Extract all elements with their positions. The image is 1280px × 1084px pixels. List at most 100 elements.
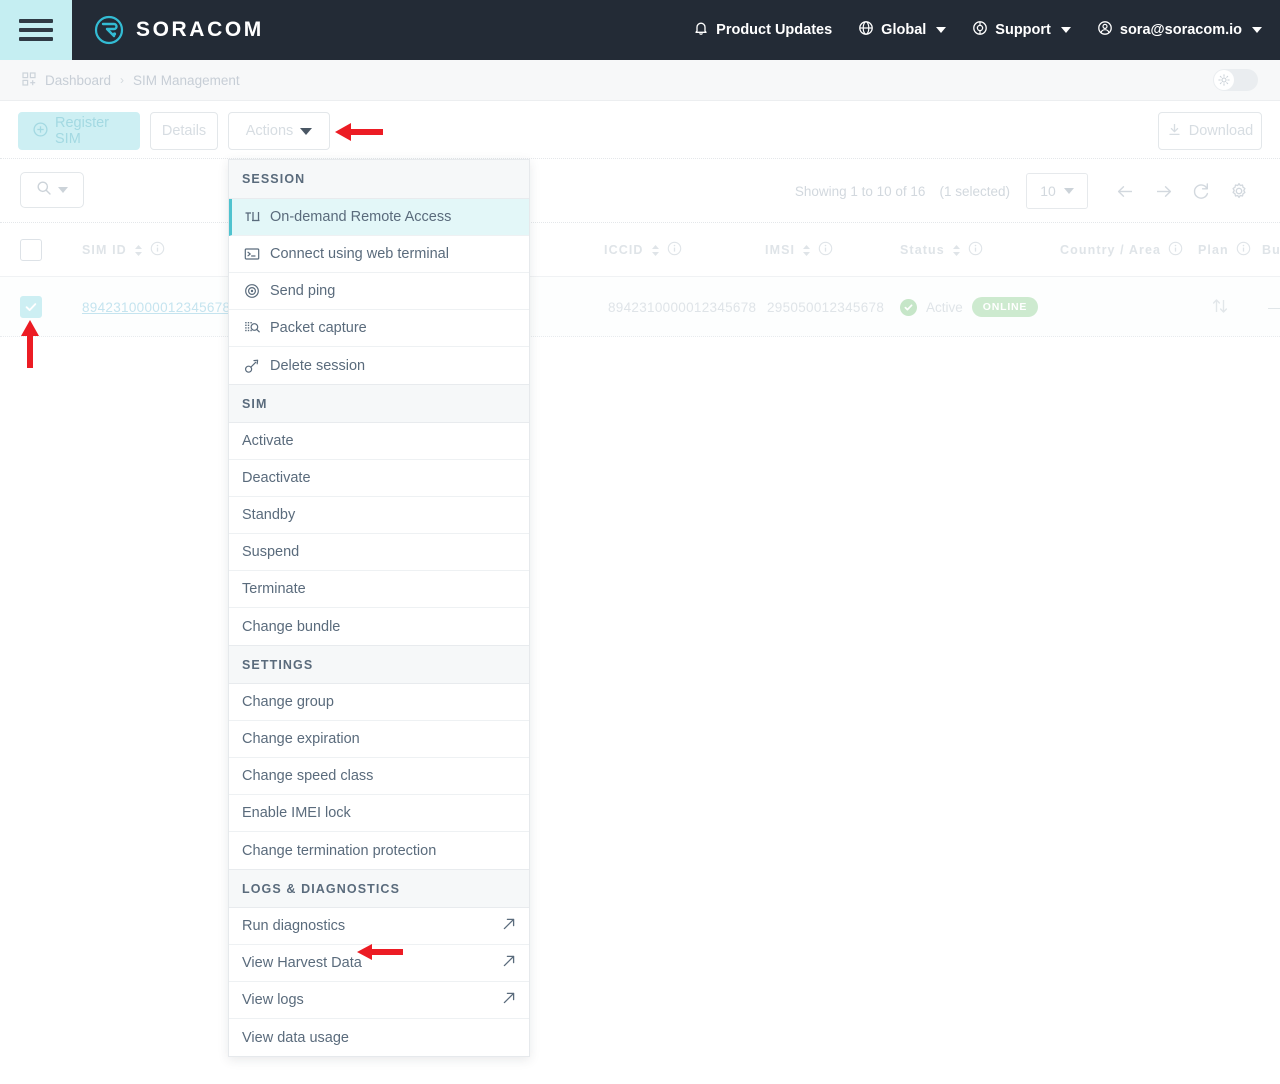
column-header-bundle[interactable]: Bu <box>1262 223 1280 277</box>
menu-item-label: Standby <box>242 507 516 523</box>
chevron-down-icon <box>58 187 68 193</box>
chevron-down-icon <box>1064 188 1074 194</box>
menu-section-header-session: SESSION <box>229 160 529 199</box>
nav-global-label: Global <box>881 22 926 38</box>
top-navbar: SORACOM Product Updates Global <box>0 0 1280 60</box>
menu-item-connect-using-web-terminal[interactable]: Connect using web terminal <box>229 236 529 273</box>
sort-icon[interactable] <box>651 244 660 257</box>
pagination-showing-text: Showing 1 to 10 of 16 <box>795 184 926 199</box>
page-size-value: 10 <box>1040 183 1056 199</box>
menu-item-label: Change speed class <box>242 768 516 784</box>
user-circle-icon <box>1097 20 1113 40</box>
next-page-button[interactable] <box>1144 172 1182 210</box>
search-filter-dropdown[interactable] <box>20 172 84 208</box>
sort-icon[interactable] <box>802 244 811 257</box>
menu-item-view-logs[interactable]: View logs <box>229 982 529 1019</box>
info-icon[interactable] <box>818 241 833 259</box>
row-select-checkbox[interactable] <box>20 296 42 318</box>
menu-item-send-ping[interactable]: Send ping <box>229 273 529 310</box>
menu-item-label: Packet capture <box>270 320 516 336</box>
details-button[interactable]: Details <box>150 112 218 150</box>
download-icon <box>1167 122 1182 141</box>
register-sim-button[interactable]: Register SIM <box>18 112 140 150</box>
download-label: Download <box>1189 123 1254 139</box>
menu-item-change-group[interactable]: Change group <box>229 684 529 721</box>
nav-product-updates[interactable]: Product Updates <box>693 20 832 40</box>
chevron-down-icon <box>936 27 946 33</box>
table-settings-button[interactable] <box>1220 172 1258 210</box>
column-header-sim-id[interactable]: SIM ID <box>82 223 165 277</box>
details-label: Details <box>162 123 206 139</box>
refresh-button[interactable] <box>1182 172 1220 210</box>
page-size-select[interactable]: 10 <box>1026 173 1088 209</box>
menu-item-label: Terminate <box>242 581 516 597</box>
soracom-logo-icon <box>94 15 124 45</box>
menu-item-change-expiration[interactable]: Change expiration <box>229 721 529 758</box>
column-header-country-area[interactable]: Country / Area <box>1060 223 1183 277</box>
filter-pagination-bar: Showing 1 to 10 of 16 (1 selected) 10 <box>0 159 1280 223</box>
external-link-icon <box>502 917 516 935</box>
column-header-status[interactable]: Status <box>900 223 983 277</box>
info-icon[interactable] <box>150 241 165 259</box>
menu-item-terminate[interactable]: Terminate <box>229 571 529 608</box>
sun-icon <box>1218 74 1230 86</box>
sim-id-link[interactable]: 8942310000012345678 <box>82 300 230 315</box>
arrow-right-icon <box>1153 181 1174 202</box>
menu-item-deactivate[interactable]: Deactivate <box>229 460 529 497</box>
column-header-country-area-label: Country / Area <box>1060 243 1161 257</box>
pagination-controls: Showing 1 to 10 of 16 (1 selected) 10 <box>795 159 1258 223</box>
nav-user-label: sora@soracom.io <box>1120 22 1242 38</box>
sort-icon[interactable] <box>134 244 143 257</box>
column-header-iccid[interactable]: ICCID <box>604 223 682 277</box>
brand[interactable]: SORACOM <box>94 15 264 45</box>
top-nav-links: Product Updates Global <box>693 20 1280 40</box>
checkmark-icon <box>24 300 38 314</box>
sort-icon[interactable] <box>952 244 961 257</box>
menu-item-view-data-usage[interactable]: View data usage <box>229 1019 529 1056</box>
refresh-icon <box>1191 181 1211 201</box>
menu-item-standby[interactable]: Standby <box>229 497 529 534</box>
select-all-checkbox[interactable] <box>20 239 42 261</box>
info-icon[interactable] <box>1168 241 1183 259</box>
menu-item-label: View logs <box>242 992 502 1008</box>
menu-item-change-bundle[interactable]: Change bundle <box>229 608 529 645</box>
nav-support[interactable]: Support <box>972 20 1071 40</box>
menu-item-enable-imei-lock[interactable]: Enable IMEI lock <box>229 795 529 832</box>
table-row[interactable]: 8942310000012345678 8942310000012345678 … <box>0 277 1280 337</box>
hamburger-menu-icon[interactable] <box>0 0 72 60</box>
column-header-imsi[interactable]: IMSI <box>765 223 833 277</box>
status-label: Active <box>926 300 963 315</box>
actions-button[interactable]: Actions <box>228 112 330 150</box>
breadcrumb-item-sim-management[interactable]: SIM Management <box>133 73 240 88</box>
breadcrumb-item-dashboard[interactable]: Dashboard <box>45 73 111 88</box>
menu-item-change-speed-class[interactable]: Change speed class <box>229 758 529 795</box>
menu-item-label: Deactivate <box>242 470 516 486</box>
nav-global[interactable]: Global <box>858 20 946 40</box>
menu-item-label: Connect using web terminal <box>270 246 516 262</box>
menu-item-activate[interactable]: Activate <box>229 423 529 460</box>
annotation-arrow-row-checkbox <box>14 318 46 375</box>
column-header-plan[interactable]: Plan <box>1198 223 1251 277</box>
theme-toggle[interactable] <box>1213 69 1258 91</box>
menu-item-label: Run diagnostics <box>242 918 502 934</box>
chevron-down-icon <box>1061 27 1071 33</box>
nav-user-account[interactable]: sora@soracom.io <box>1097 20 1262 40</box>
previous-page-button[interactable] <box>1106 172 1144 210</box>
packet-capture-icon <box>242 320 261 336</box>
info-icon[interactable] <box>667 241 682 259</box>
column-header-sim-id-label: SIM ID <box>82 243 127 257</box>
info-icon[interactable] <box>1236 241 1251 259</box>
menu-item-delete-session[interactable]: Delete session <box>229 347 529 384</box>
cell-imsi: 295050012345678 <box>767 277 884 337</box>
cell-sim-id: 8942310000012345678 <box>82 277 230 337</box>
menu-item-label: On-demand Remote Access <box>270 209 516 225</box>
menu-item-change-termination-protection[interactable]: Change termination protection <box>229 832 529 869</box>
menu-item-packet-capture[interactable]: Packet capture <box>229 310 529 347</box>
menu-item-label: View data usage <box>242 1030 516 1046</box>
gear-icon <box>1229 181 1249 201</box>
menu-item-on-demand-remote-access[interactable]: On-demand Remote Access <box>229 199 529 236</box>
info-icon[interactable] <box>968 241 983 259</box>
annotation-arrow-view-harvest-data <box>355 940 405 969</box>
download-button[interactable]: Download <box>1158 112 1262 150</box>
menu-item-suspend[interactable]: Suspend <box>229 534 529 571</box>
